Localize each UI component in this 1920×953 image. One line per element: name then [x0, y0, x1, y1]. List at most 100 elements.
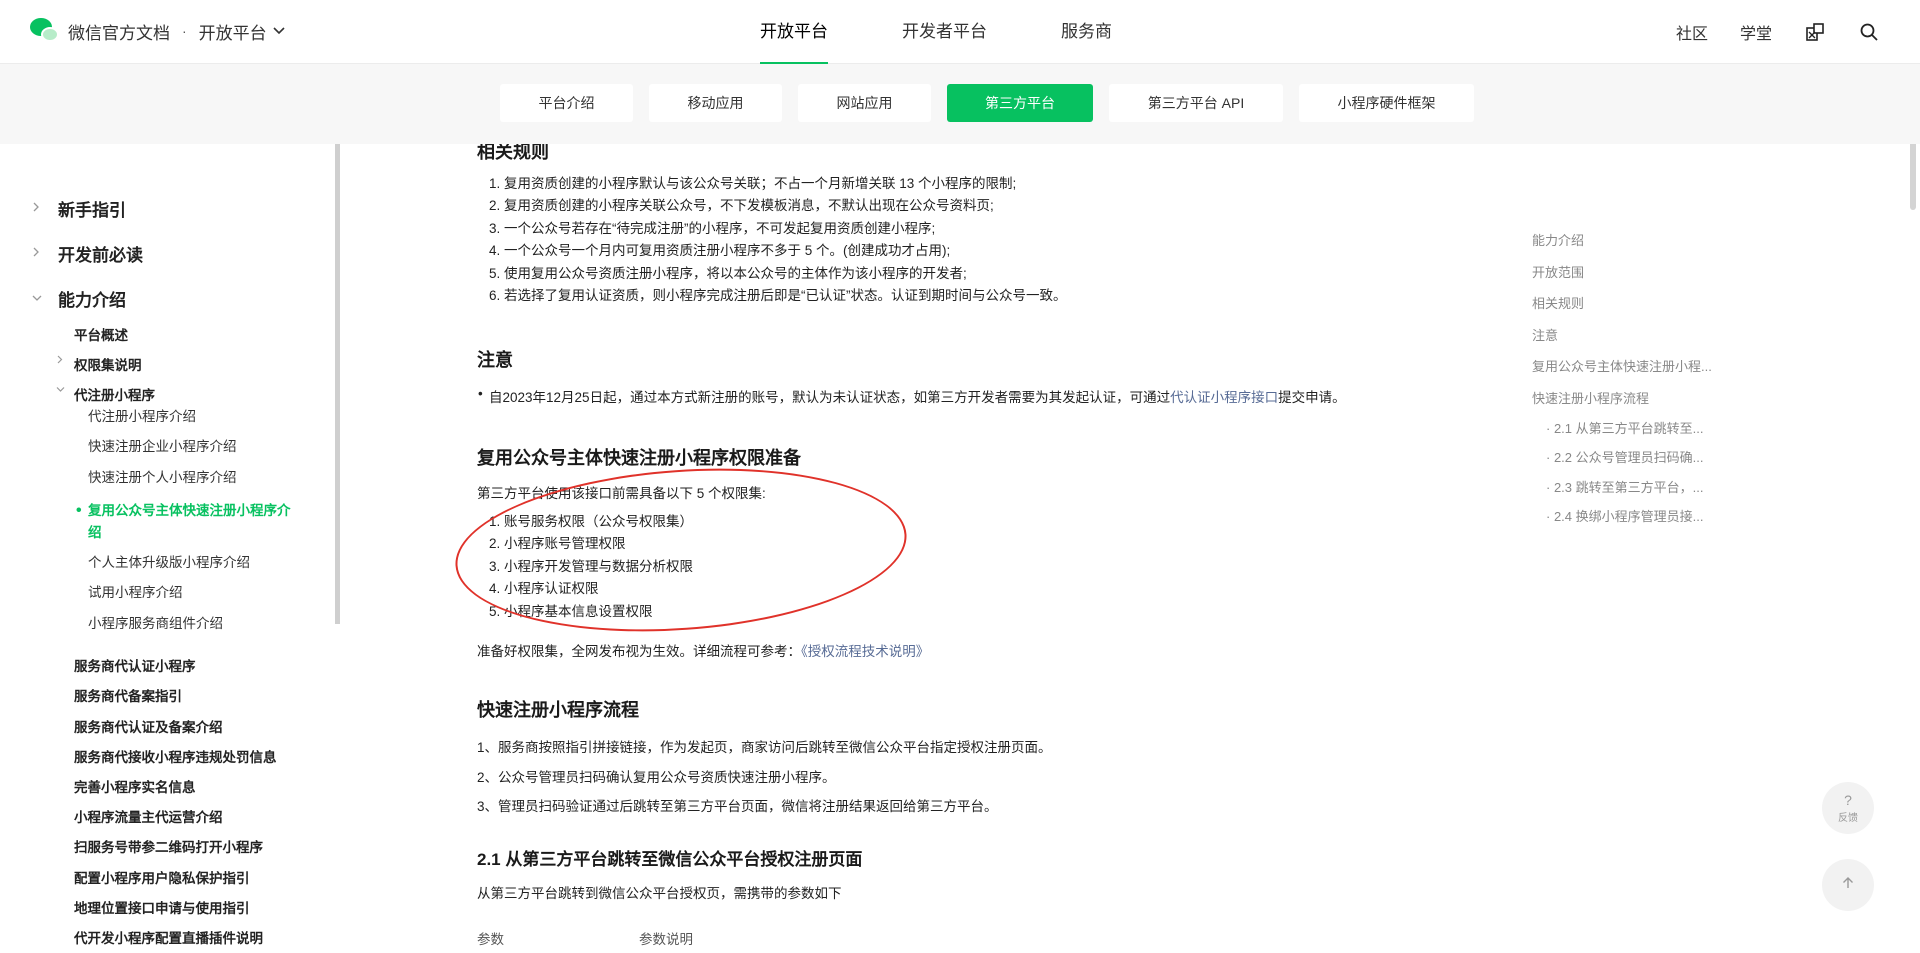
sidebar-item-traffic-ops[interactable]: 小程序流量主代运营介绍: [74, 806, 223, 826]
list-item: 5. 使用复用公众号资质注册小程序，将以本公众号的主体作为该小程序的开发者;: [489, 265, 967, 281]
subtabs: 平台介绍 移动应用 网站应用 第三方平台 第三方平台 API 小程序硬件框架: [500, 84, 1490, 122]
feedback-button[interactable]: ? 反馈: [1822, 782, 1874, 834]
sidebar-item-realname-info[interactable]: 完善小程序实名信息: [74, 776, 196, 796]
subtab-third-party-platform[interactable]: 第三方平台: [947, 84, 1093, 122]
subtab-band: 平台介绍 移动应用 网站应用 第三方平台 第三方平台 API 小程序硬件框架: [0, 64, 1920, 144]
toc-subitem[interactable]: · 2.1 从第三方平台跳转至...: [1546, 418, 1703, 437]
chevron-right-icon: [56, 355, 63, 367]
table-header-param: 参数: [477, 932, 504, 947]
right-nav: 社区 学堂: [1644, 0, 1880, 64]
flow-step: 2、公众号管理员扫码确认复用公众号资质快速注册小程序。: [477, 770, 836, 785]
flow-step: 3、管理员扫码验证通过后跳转至第三方平台页面，微信将注册结果返回给第三方平台。: [477, 799, 998, 814]
sidebar-item-proxy-register[interactable]: 代注册小程序: [56, 384, 155, 404]
back-to-top-button[interactable]: [1822, 859, 1874, 911]
sidebar-item-label: 复用公众号主体快速注册小程序介: [88, 503, 291, 518]
list-item: 2. 复用资质创建的小程序关联公众号，不下发模板消息，不默认出现在公众号资料页;: [489, 198, 994, 214]
active-bullet: •: [76, 502, 82, 519]
list-item: 3. 一个公众号若存在“待完成注册”的小程序，不可发起复用资质创建小程序;: [489, 220, 936, 236]
sidebar-item-platform-overview[interactable]: 平台概述: [74, 324, 128, 344]
sidebar-item-location-api[interactable]: 地理位置接口申请与使用指引: [74, 897, 250, 917]
list-item: 4. 一个公众号一个月内可复用资质注册小程序不多于 5 个。(创建成功才占用);: [489, 243, 951, 259]
nav-community[interactable]: 社区: [1676, 20, 1708, 44]
sidebar-item-provider-violations[interactable]: 服务商代接收小程序违规处罚信息: [74, 746, 277, 766]
toc-item[interactable]: 开放范围: [1532, 262, 1584, 281]
platform-label: 开放平台: [198, 23, 267, 43]
chevron-down-icon: [273, 24, 285, 38]
wechat-logo-icon: [30, 18, 60, 44]
brand-title[interactable]: 微信官方文档: [68, 19, 170, 44]
arrow-up-icon: [1841, 876, 1855, 895]
rules-list: 1. 复用资质创建的小程序默认与该公众号关联；不占一个月新增关联 13 个小程序…: [489, 173, 1067, 307]
sidebar-item-label: 能力介绍: [58, 291, 126, 310]
permissions-after-text: 准备好权限集，全网发布视为生效。详细流程可参考：: [477, 644, 801, 659]
top-navigation-bar: 微信官方文档 · 开放平台 开放平台 开发者平台 服务商 社区 学堂: [0, 0, 1920, 64]
subtab-miniprogram-hardware[interactable]: 小程序硬件框架: [1299, 84, 1474, 122]
note-text: 自2023年12月25日起，通过本方式新注册的账号，默认为未认证状态，如第三方开…: [478, 386, 1346, 406]
section-heading-2-1: 2.1 从第三方平台跳转至微信公众平台授权注册页面: [477, 850, 863, 869]
translate-icon[interactable]: [1804, 21, 1826, 43]
chevron-down-icon: [32, 293, 52, 305]
chevron-right-icon: [32, 202, 52, 215]
list-item: 1. 复用资质创建的小程序默认与该公众号关联；不占一个月新增关联 13 个小程序…: [489, 176, 1017, 191]
sidebar-item-provider-auth-filing[interactable]: 服务商代认证及备案介绍: [74, 716, 223, 736]
sidebar-item-live-plugin[interactable]: 代开发小程序配置直播插件说明: [74, 927, 263, 947]
sidebar-item-label: 新手指引: [58, 201, 126, 220]
nav-developer-platform[interactable]: 开发者平台: [902, 0, 987, 64]
feedback-label: 反馈: [1838, 812, 1858, 824]
sidebar-item-qrcode-open[interactable]: 扫服务号带参二维码打开小程序: [74, 836, 263, 856]
table-header-param-desc: 参数说明: [639, 932, 693, 947]
section-heading-note: 注意: [477, 350, 513, 370]
sidebar-item-permission-sets[interactable]: 权限集说明: [57, 354, 142, 374]
nav-service-provider[interactable]: 服务商: [1061, 0, 1112, 64]
search-icon[interactable]: [1858, 21, 1880, 43]
subtab-platform-intro[interactable]: 平台介绍: [500, 84, 633, 122]
toc-item[interactable]: 相关规则: [1532, 293, 1584, 312]
section-2-1-text: 从第三方平台跳转到微信公众平台授权页，需携带的参数如下: [477, 886, 842, 901]
chevron-right-icon: [32, 247, 52, 260]
sidebar-item-provider-components[interactable]: 小程序服务商组件介绍: [88, 613, 223, 635]
toc-item[interactable]: 注意: [1532, 325, 1558, 344]
sidebar-item-provider-auth[interactable]: 服务商代认证小程序: [74, 655, 196, 675]
sidebar-item-newbie-guide[interactable]: 新手指引: [32, 196, 126, 221]
brand-separator: ·: [182, 23, 187, 39]
list-item: 6. 若选择了复用认证资质，则小程序完成注册后即是“已认证”状态。认证到期时间与…: [489, 288, 1067, 304]
subtab-mobile-app[interactable]: 移动应用: [649, 84, 782, 122]
sidebar-item-fast-register-enterprise[interactable]: 快速注册企业小程序介绍: [88, 436, 237, 458]
platform-dropdown[interactable]: 开放平台: [199, 19, 285, 44]
sidebar-item-label: 权限集说明: [74, 358, 142, 373]
section-heading-permissions: 复用公众号主体快速注册小程序权限准备: [477, 448, 801, 468]
subtab-third-party-api[interactable]: 第三方平台 API: [1109, 84, 1283, 122]
sidebar-item-personal-upgrade[interactable]: 个人主体升级版小程序介绍: [88, 552, 250, 574]
subtab-website-app[interactable]: 网站应用: [798, 84, 931, 122]
sidebar-item-fast-register-personal[interactable]: 快速注册个人小程序介绍: [88, 467, 237, 489]
sidebar-scrollbar[interactable]: [335, 144, 340, 624]
proxy-auth-api-link[interactable]: 代认证小程序接口: [1170, 390, 1278, 405]
section-heading-flow: 快速注册小程序流程: [477, 700, 639, 720]
toc-item[interactable]: 快速注册小程序流程: [1532, 388, 1649, 407]
note-body: 自2023年12月25日起，通过本方式新注册的账号，默认为未认证状态，如第三方开…: [489, 390, 1171, 405]
sidebar-item-capabilities[interactable]: 能力介绍: [32, 286, 126, 311]
chevron-down-icon: [56, 385, 65, 396]
sidebar-item-provider-filing[interactable]: 服务商代备案指引: [74, 685, 182, 705]
toc-subitem[interactable]: · 2.4 换绑小程序管理员接...: [1546, 506, 1703, 525]
sidebar-item-label-wrap: 绍: [88, 525, 102, 540]
toc-item[interactable]: 复用公众号主体快速注册小程...: [1532, 356, 1712, 375]
nav-academy[interactable]: 学堂: [1740, 20, 1772, 44]
left-sidebar: 新手指引 开发前必读 能力介绍 平台概述 权限集说明 代注册小程序 代注册小程序…: [0, 144, 340, 953]
sidebar-item-proxy-register-intro[interactable]: 代注册小程序介绍: [88, 406, 196, 428]
auth-flow-doc-link[interactable]: 《授权流程技术说明》: [801, 644, 929, 659]
toc-subitem[interactable]: · 2.3 跳转至第三方平台，...: [1546, 477, 1703, 496]
sidebar-item-label: 代注册小程序: [74, 388, 155, 403]
sidebar-item-privacy-guide[interactable]: 配置小程序用户隐私保护指引: [74, 867, 250, 887]
permissions-after: 准备好权限集，全网发布视为生效。详细流程可参考：《授权流程技术说明》: [477, 640, 929, 660]
main-nav: 开放平台 开发者平台 服务商: [760, 0, 1186, 64]
question-icon: ?: [1844, 791, 1852, 808]
toc-subitem[interactable]: · 2.2 公众号管理员扫码确...: [1546, 447, 1703, 466]
sidebar-item-trial-miniprogram[interactable]: 试用小程序介绍: [88, 582, 183, 604]
sidebar-item-reuse-oa-register[interactable]: • 复用公众号主体快速注册小程序介 绍: [76, 500, 308, 544]
toc-item[interactable]: 能力介绍: [1532, 230, 1584, 249]
brand[interactable]: 微信官方文档 · 开放平台: [30, 18, 285, 44]
nav-open-platform[interactable]: 开放平台: [760, 0, 828, 64]
sidebar-item-before-dev[interactable]: 开发前必读: [32, 241, 143, 266]
note-tail: 提交申请。: [1278, 390, 1346, 405]
